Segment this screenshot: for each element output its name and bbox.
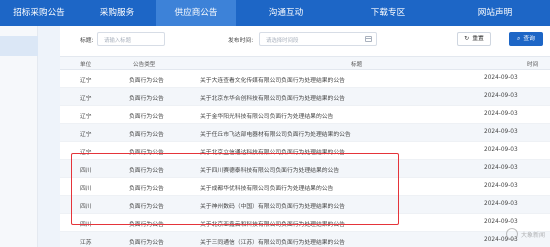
top-nav: 招标采购公告 采购服务 供应商公告 沟通互动 下载专区 网站声明 — [0, 0, 550, 26]
row-type: 负面行为公告 — [129, 96, 164, 102]
row-type: 负面行为公告 — [129, 186, 164, 192]
sidebar-selected-item[interactable] — [0, 36, 38, 56]
watermark: 大象新闻 — [506, 226, 546, 242]
row-title-link[interactable]: 关于任丘市飞达部电器材有限公司负面行为处理结果的公告 — [200, 129, 351, 138]
time-range-picker[interactable]: 请选择时间段 — [259, 32, 377, 46]
query-button[interactable]: ⌕ 查询 — [509, 32, 543, 46]
row-province: 辽宁 — [80, 132, 92, 138]
watermark-logo-icon — [506, 228, 518, 240]
table-row[interactable]: 辽宁 负面行为公告 关于北京立信通达科技有限公司负面行为处理结果的公告 2024… — [60, 142, 550, 160]
row-province: 四川 — [80, 222, 92, 228]
header-title: 标题 — [351, 62, 363, 68]
row-province: 四川 — [80, 204, 92, 210]
row-type: 负面行为公告 — [129, 222, 164, 228]
nav-item-procurement-service[interactable]: 采购服务 — [78, 0, 156, 26]
row-type: 负面行为公告 — [129, 150, 164, 156]
row-time: 2024-09-03 — [484, 219, 518, 225]
table-row[interactable]: 四川 负面行为公告 关于北京亚鑫云和科技有限公司负面行为处理结果的公告 2024… — [60, 214, 550, 232]
row-province: 辽宁 — [80, 96, 92, 102]
title-filter-label: 标题: — [80, 38, 94, 44]
reset-button[interactable]: ↻ 重置 — [457, 32, 491, 46]
search-icon: ⌕ — [517, 35, 521, 42]
header-province: 单位 — [80, 62, 92, 68]
row-time: 2024-09-03 — [484, 183, 518, 189]
table-row[interactable]: 辽宁 负面行为公告 关于任丘市飞达部电器材有限公司负面行为处理结果的公告 202… — [60, 124, 550, 142]
time-range-placeholder: 请选择时间段 — [266, 38, 299, 44]
row-title-link[interactable]: 关于成都华优科技有限公司负面行为处理结果的公告 — [200, 183, 333, 192]
nav-item-supplier-notice[interactable]: 供应商公告 — [156, 0, 236, 26]
row-time: 2024-09-03 — [484, 93, 518, 99]
table-row[interactable]: 四川 负面行为公告 关于成都华优科技有限公司负面行为处理结果的公告 2024-0… — [60, 178, 550, 196]
row-type: 负面行为公告 — [129, 78, 164, 84]
row-province: 四川 — [80, 168, 92, 174]
row-type: 负面行为公告 — [129, 114, 164, 120]
filter-bar: 标题: 请输入标题 发布时间: 请选择时间段 ↻ 重置 ⌕ 查询 — [60, 26, 550, 52]
row-type: 负面行为公告 — [129, 132, 164, 138]
nav-item-bidding[interactable]: 招标采购公告 — [0, 0, 78, 26]
table-row[interactable]: 四川 负面行为公告 关于神州数码（中国）有限公司负面行为处理结果的公告 2024… — [60, 196, 550, 214]
row-title-link[interactable]: 关于神州数码（中国）有限公司负面行为处理结果的公告 — [200, 201, 345, 210]
row-time: 2024-09-03 — [484, 75, 518, 81]
main-panel: 标题: 请输入标题 发布时间: 请选择时间段 ↻ 重置 ⌕ 查询 单位 公告类型 标… — [60, 26, 550, 247]
row-title-link[interactable]: 关于北京亚鑫云和科技有限公司负面行为处理结果的公告 — [200, 219, 345, 228]
row-time: 2024-09-03 — [484, 129, 518, 135]
row-time: 2024-09-03 — [484, 201, 518, 207]
row-time: 2024-09-03 — [484, 111, 518, 117]
header-type: 公告类型 — [133, 62, 156, 68]
table-header: 单位 公告类型 标题 时间 — [60, 56, 550, 70]
sidebar — [0, 26, 38, 247]
table-row[interactable]: 江苏 负面行为公告 关于三同通信（江苏）有限公司负面行为处理结果的公告 2024… — [60, 232, 550, 247]
table-row[interactable]: 辽宁 负面行为公告 关于金华阳光科技有限公司负面行为处理结果的公告 2024-0… — [60, 106, 550, 124]
row-province: 江苏 — [80, 240, 92, 246]
row-title-link[interactable]: 关于四川赛德泰科技有限公司负面行为处理结果的公告 — [200, 165, 339, 174]
row-time: 2024-09-03 — [484, 147, 518, 153]
reset-button-label: 重置 — [472, 36, 484, 42]
row-title-link[interactable]: 关于北京东华合创科技有限公司负面行为处理结果的公告 — [200, 93, 345, 102]
row-province: 辽宁 — [80, 114, 92, 120]
table-row[interactable]: 辽宁 负面行为公告 关于大连查看文化传媒有限公司负面行为处理结果的公告 2024… — [60, 70, 550, 88]
nav-item-statement[interactable]: 网站声明 — [440, 0, 550, 26]
row-type: 负面行为公告 — [129, 240, 164, 246]
row-province: 四川 — [80, 186, 92, 192]
row-type: 负面行为公告 — [129, 168, 164, 174]
table-row[interactable]: 辽宁 负面行为公告 关于北京东华合创科技有限公司负面行为处理结果的公告 2024… — [60, 88, 550, 106]
row-title-link[interactable]: 关于三同通信（江苏）有限公司负面行为处理结果的公告 — [200, 237, 345, 246]
table-row[interactable]: 四川 负面行为公告 关于四川赛德泰科技有限公司负面行为处理结果的公告 2024-… — [60, 160, 550, 178]
calendar-icon — [365, 36, 372, 42]
notice-table: 单位 公告类型 标题 时间 辽宁 负面行为公告 关于大连查看文化传媒有限公司负面… — [60, 56, 550, 247]
nav-item-communication[interactable]: 沟通互动 — [236, 0, 336, 26]
refresh-icon: ↻ — [464, 35, 470, 42]
row-type: 负面行为公告 — [129, 204, 164, 210]
time-filter-label: 发布时间: — [228, 38, 254, 44]
row-title-link[interactable]: 关于大连查看文化传媒有限公司负面行为处理结果的公告 — [200, 75, 345, 84]
row-province: 辽宁 — [80, 78, 92, 84]
row-title-link[interactable]: 关于北京立信通达科技有限公司负面行为处理结果的公告 — [200, 147, 345, 156]
watermark-text: 大象新闻 — [521, 232, 546, 239]
nav-item-downloads[interactable]: 下载专区 — [336, 0, 440, 26]
row-time: 2024-09-03 — [484, 165, 518, 171]
header-time: 时间 — [527, 62, 539, 68]
row-province: 辽宁 — [80, 150, 92, 156]
query-button-label: 查询 — [523, 36, 535, 42]
row-title-link[interactable]: 关于金华阳光科技有限公司负面行为处理结果的公告 — [200, 111, 333, 120]
title-search-placeholder: 请输入标题 — [104, 38, 131, 44]
title-search-input[interactable]: 请输入标题 — [97, 32, 165, 46]
